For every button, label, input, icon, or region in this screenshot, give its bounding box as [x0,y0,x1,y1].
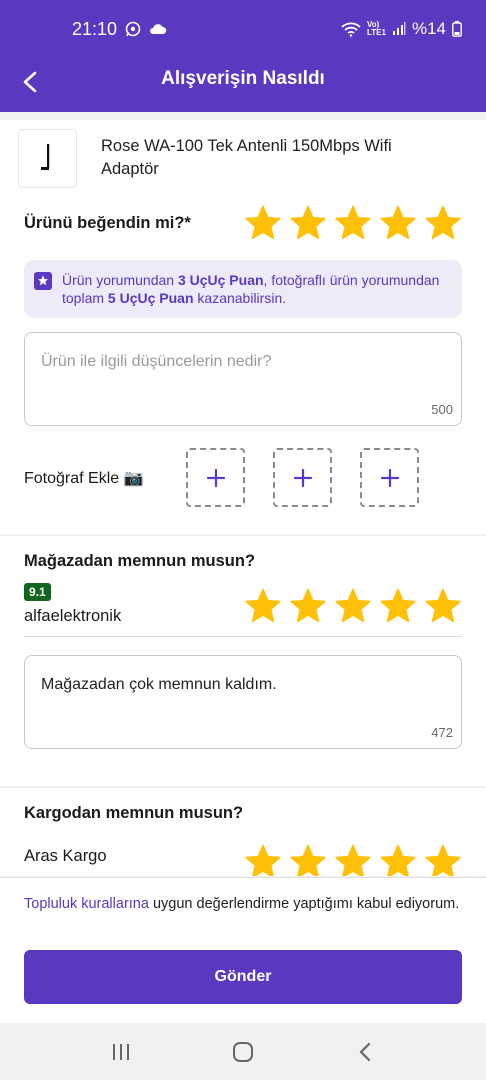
store-review-section: Mağazadan memnun musun? 9.1 alfaelektron… [0,536,486,786]
product-review-placeholder: Ürün ile ilgili düşüncelerin nedir? [41,353,272,370]
star-icon[interactable] [289,587,327,625]
product-name: Rose WA-100 Tek Antenli 150Mbps Wifi Ada… [101,135,392,181]
whatsapp-icon [125,21,141,37]
product-card: Rose WA-100 Tek Antenli 150Mbps Wifi Ada… [0,120,486,196]
nav-back-icon [359,1042,371,1061]
product-rating-stars [244,204,462,242]
community-rules-link[interactable]: Topluluk kurallarına [24,896,149,912]
app-top-bar: 21:10 Vo) LTE1 %14 Alışverişin Nasıldı [0,0,486,112]
star-icon[interactable] [244,204,282,242]
star-icon[interactable] [334,843,372,876]
star-icon[interactable] [334,587,372,625]
signal-icon [392,22,406,35]
info-points-photo: 5 UçUç Puan [107,290,194,306]
nav-back-button[interactable] [345,1032,385,1072]
store-review-counter: 472 [431,725,453,740]
cloud-icon [150,24,167,34]
submit-button[interactable]: Gönder [24,950,462,1004]
divider [24,636,462,637]
photo-add-label: Fotoğraf Ekle 📷 [24,469,144,487]
star-icon[interactable] [289,204,327,242]
cargo-rating-question: Kargodan memnun musun? [24,804,244,822]
info-text-1: Ürün yorumundan [62,272,178,288]
product-review-textarea[interactable]: Ürün ile ilgili düşüncelerin nedir? 500 [24,332,462,426]
star-icon[interactable] [244,587,282,625]
star-icon[interactable] [289,843,327,876]
star-icon[interactable] [424,204,462,242]
photo-slot-1[interactable] [186,448,245,507]
home-icon [233,1041,253,1062]
clock: 21:10 [72,18,118,39]
info-points-product: 3 UçUç Puan [177,272,264,288]
star-icon[interactable] [379,587,417,625]
home-button[interactable] [223,1032,263,1072]
store-rating-question: Mağazadan memnun musun? [24,552,256,570]
recent-apps-button[interactable] [101,1032,141,1072]
store-review-text: Mağazadan çok memnun kaldım. [41,676,277,693]
product-thumbnail[interactable] [18,128,77,188]
points-info-text: Ürün yorumundan 3 UçUç Puan, fotoğraflı … [62,271,448,307]
photo-slot-2[interactable] [273,448,332,507]
product-review-section: Ürünü beğendin mi?* Ürün yorumundan 3 Uç… [0,190,486,534]
network-label: Vo) LTE1 [367,20,386,37]
product-rating-question: Ürünü beğendin mi?* [24,213,191,232]
recent-apps-icon [113,1043,129,1060]
page-title: Alışverişin Nasıldı [161,68,325,89]
submit-area: Topluluk kurallarına uygun değerlendirme… [0,877,486,1023]
photo-slot-3[interactable] [360,448,419,507]
product-name-line1: Rose WA-100 Tek Antenli 150Mbps Wifi [101,137,392,155]
star-icon[interactable] [424,587,462,625]
wifi-icon [341,22,361,37]
adapter-image [40,144,49,170]
back-arrow-icon [23,71,37,93]
star-icon[interactable] [379,843,417,876]
star-icon[interactable] [334,204,372,242]
cargo-review-section: Kargodan memnun musun? Aras Kargo [0,788,486,876]
battery-icon [452,21,462,37]
header: Alışverişin Nasıldı [0,58,486,112]
store-review-textarea[interactable]: Mağazadan çok memnun kaldım. 472 [24,655,462,749]
star-icon[interactable] [379,204,417,242]
terms-sentence: uygun değerlendirme yaptığımı kabul ediy… [148,896,460,912]
battery-percent: %14 [411,19,446,38]
info-text-3: kazanabilirsin. [193,290,287,306]
back-button[interactable] [16,68,44,96]
status-bar: 21:10 Vo) LTE1 %14 [0,0,486,58]
product-review-counter: 500 [431,402,453,417]
system-nav-bar [0,1023,486,1080]
store-rating-stars [244,587,462,625]
star-icon[interactable] [244,843,282,876]
photo-add-row: Fotoğraf Ekle 📷 [0,448,486,507]
cargo-company: Aras Kargo [24,847,107,865]
store-name[interactable]: alfaelektronik [24,607,121,626]
plus-icon [206,468,225,487]
plus-icon [293,468,312,487]
plus-icon [380,468,399,487]
points-info-box: Ürün yorumundan 3 UçUç Puan, fotoğraflı … [24,260,462,318]
badge-star-icon [34,272,52,290]
terms-text: Topluluk kurallarına uygun değerlendirme… [0,878,486,914]
store-score-badge: 9.1 [24,583,51,601]
cargo-rating-stars [244,843,462,876]
product-name-line2: Adaptör [101,160,159,178]
star-icon[interactable] [424,843,462,876]
